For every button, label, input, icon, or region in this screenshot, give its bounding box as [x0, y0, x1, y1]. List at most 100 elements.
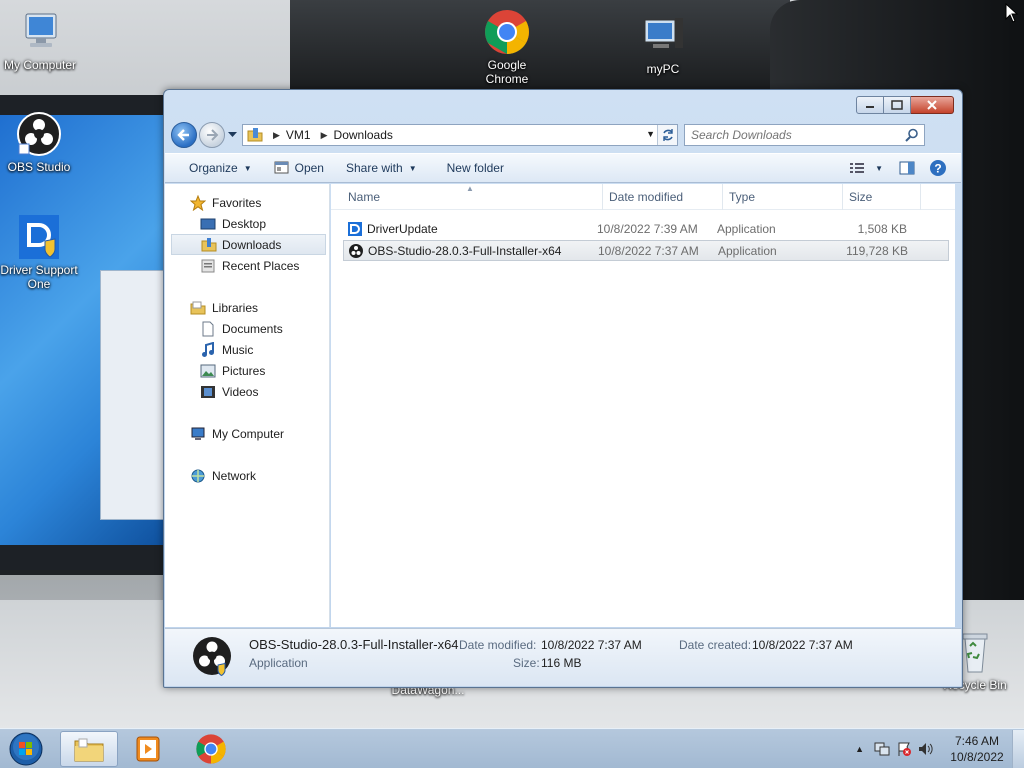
- clock[interactable]: 7:46 AM 10/8/2022: [942, 733, 1012, 765]
- forward-button[interactable]: [199, 122, 225, 148]
- obs-icon: [15, 110, 63, 158]
- downloads-folder-icon: [201, 237, 217, 251]
- svg-text:?: ?: [934, 162, 941, 176]
- computer-icon: [191, 427, 205, 440]
- network-group: Network: [165, 465, 329, 486]
- recent-pages-button[interactable]: [226, 125, 238, 145]
- chevron-down-icon: [227, 132, 237, 137]
- volume-icon[interactable]: [918, 741, 934, 757]
- network-status-icon[interactable]: [874, 741, 890, 757]
- arrow-left-icon: [177, 129, 189, 141]
- column-date-modified[interactable]: Date modified: [603, 183, 723, 210]
- column-size[interactable]: Size: [843, 183, 921, 210]
- nav-downloads[interactable]: Downloads: [171, 234, 326, 255]
- nav-videos[interactable]: Videos: [165, 381, 329, 402]
- organize-button[interactable]: Organize ▼: [181, 157, 260, 179]
- computer-group: My Computer: [165, 423, 329, 444]
- file-row-driverupdate[interactable]: DriverUpdate 10/8/2022 7:39 AM Applicati…: [343, 218, 949, 239]
- column-header: ▲ Name Date modified Type Size: [331, 183, 955, 210]
- recent-places-icon: [201, 259, 215, 272]
- column-type[interactable]: Type: [723, 183, 843, 210]
- nav-favorites[interactable]: Favorites: [165, 192, 329, 213]
- chrome-icon: [196, 734, 226, 764]
- action-center-flag-icon[interactable]: [896, 741, 912, 757]
- network-icon: [191, 469, 205, 482]
- share-with-button[interactable]: Share with ▼: [338, 157, 425, 179]
- minimize-button[interactable]: [856, 96, 884, 114]
- details-date-created: 10/8/2022 7:37 AM: [752, 638, 853, 652]
- details-pane: OBS-Studio-28.0.3-Full-Installer-x64 App…: [165, 628, 961, 686]
- desktop-icon-mypc[interactable]: myPC: [623, 12, 703, 76]
- desktop-icon: [200, 218, 216, 229]
- details-file-name: OBS-Studio-28.0.3-Full-Installer-x64: [249, 637, 459, 652]
- chevron-down-icon: ▼: [243, 163, 252, 173]
- show-hidden-icons-button[interactable]: ▲: [855, 744, 864, 754]
- nav-music[interactable]: Music: [165, 339, 329, 360]
- breadcrumb-vm1[interactable]: VM1: [286, 128, 311, 142]
- file-name: DriverUpdate: [367, 221, 438, 236]
- sort-ascending-icon: ▲: [466, 184, 474, 193]
- address-bar[interactable]: ▶ VM1 ▶ Downloads ▼: [242, 124, 678, 146]
- nav-my-computer[interactable]: My Computer: [165, 423, 329, 444]
- breadcrumb-downloads[interactable]: Downloads: [334, 128, 393, 142]
- videos-icon: [201, 385, 215, 398]
- desktop-icon-google-chrome[interactable]: Google Chrome: [467, 8, 547, 86]
- clock-date: 10/8/2022: [950, 750, 1004, 764]
- obs-file-icon: [349, 243, 363, 258]
- taskbar: ▲ 7:46 AM 10/8/2022: [0, 728, 1024, 768]
- desktop-icon-my-computer[interactable]: My Computer: [0, 8, 80, 72]
- details-date-modified: 10/8/2022 7:37 AM: [541, 638, 642, 652]
- nav-network[interactable]: Network: [165, 465, 329, 486]
- command-bar: Organize ▼ Open Share with ▼ New folder: [165, 153, 961, 183]
- desktop-icon-driver-support-one[interactable]: Driver Support One: [0, 213, 79, 291]
- details-date-modified-label: Date modified:: [459, 638, 537, 652]
- show-desktop-button[interactable]: [1012, 730, 1024, 768]
- driver-support-icon: [15, 213, 63, 261]
- file-date: 10/8/2022 7:39 AM: [597, 221, 698, 236]
- file-size: 1,508 KB: [857, 221, 907, 236]
- taskbar-explorer-button[interactable]: [60, 731, 118, 767]
- folder-icon: [74, 738, 104, 762]
- change-view-button[interactable]: [845, 157, 869, 179]
- desktop-icon-obs-studio[interactable]: OBS Studio: [0, 110, 79, 174]
- restore-icon: [891, 100, 903, 110]
- close-button[interactable]: [911, 96, 954, 114]
- preview-pane-button[interactable]: [889, 157, 925, 179]
- folder-icon: [247, 128, 263, 142]
- open-app-icon: [274, 161, 289, 174]
- search-icon[interactable]: [905, 128, 919, 142]
- open-button[interactable]: Open: [266, 157, 332, 179]
- details-view-icon: [850, 163, 865, 173]
- new-folder-button[interactable]: New folder: [439, 157, 512, 179]
- search-input[interactable]: [691, 128, 891, 142]
- file-name: OBS-Studio-28.0.3-Full-Installer-x64: [368, 243, 562, 258]
- nav-desktop[interactable]: Desktop: [165, 213, 329, 234]
- view-options-button[interactable]: ▼: [869, 157, 889, 179]
- details-file-type: Application: [249, 656, 308, 670]
- nav-documents[interactable]: Documents: [165, 318, 329, 339]
- chrome-icon: [483, 8, 531, 56]
- nav-libraries[interactable]: Libraries: [165, 297, 329, 318]
- breadcrumb-separator-icon: ▶: [320, 129, 328, 140]
- help-icon: ?: [930, 160, 946, 176]
- file-date: 10/8/2022 7:37 AM: [598, 243, 699, 258]
- refresh-button[interactable]: [657, 125, 677, 145]
- back-button[interactable]: [171, 122, 197, 148]
- refresh-icon: [662, 129, 673, 141]
- nav-pictures[interactable]: Pictures: [165, 360, 329, 381]
- mouse-cursor-icon: [1005, 3, 1019, 23]
- taskbar-chrome-button[interactable]: [182, 731, 240, 767]
- help-button[interactable]: ?: [925, 157, 951, 179]
- file-row-obs-installer[interactable]: OBS-Studio-28.0.3-Full-Installer-x64 10/…: [343, 240, 949, 261]
- start-button[interactable]: [6, 731, 46, 767]
- chevron-down-icon: ▼: [875, 163, 883, 173]
- details-size-label: Size:: [513, 656, 540, 670]
- breadcrumb-separator-icon: ▶: [273, 129, 280, 140]
- maximize-button[interactable]: [884, 96, 911, 114]
- nav-recent-places[interactable]: Recent Places: [165, 255, 329, 276]
- minimize-icon: [866, 106, 874, 108]
- search-box: [684, 124, 925, 146]
- taskbar-media-player-button[interactable]: [121, 731, 179, 767]
- address-dropdown-icon[interactable]: ▼: [646, 129, 655, 139]
- close-icon: [927, 100, 937, 110]
